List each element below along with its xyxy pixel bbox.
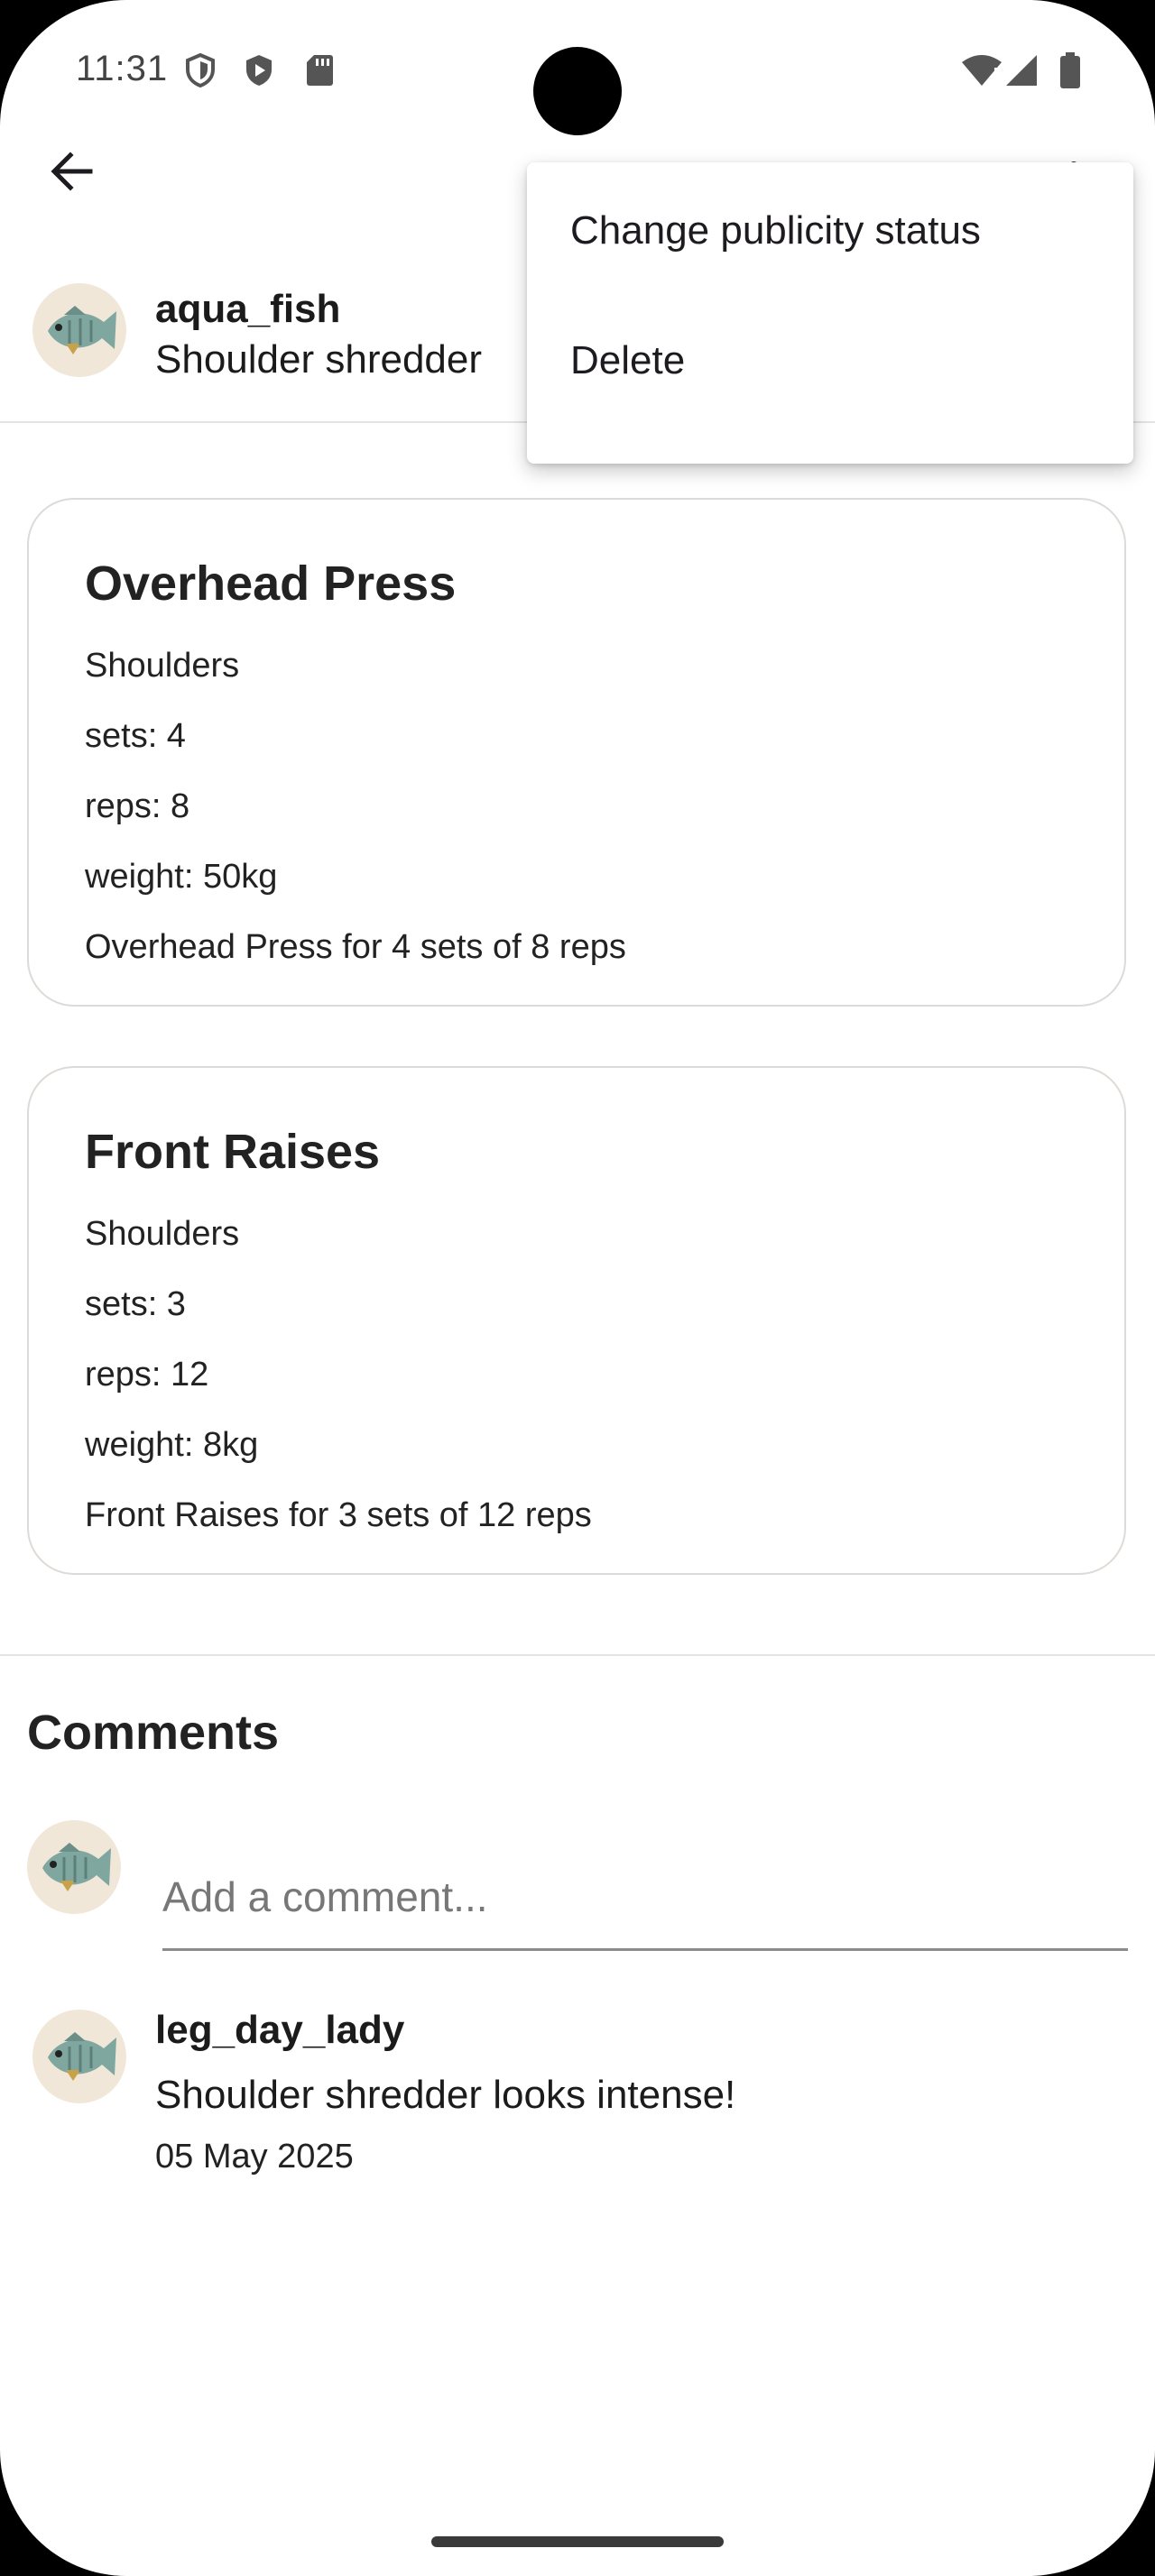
comments-divider <box>0 1654 1155 1656</box>
comment-author-avatar <box>32 2010 126 2103</box>
exercise-card: Front Raises Shoulders sets: 3 reps: 12 … <box>27 1066 1126 1575</box>
home-indicator[interactable] <box>431 2536 724 2547</box>
arrow-left-icon <box>51 152 93 191</box>
shield-play-icon <box>241 52 277 88</box>
fish-avatar-icon <box>48 2032 116 2081</box>
comments-heading: Comments <box>27 1706 280 1760</box>
camera-cutout <box>533 47 622 135</box>
wifi-alert-icon <box>960 52 1003 88</box>
menu-item-change-publicity[interactable]: Change publicity status <box>527 177 1133 285</box>
fish-avatar-icon <box>42 1843 111 1891</box>
comment-date: 05 May 2025 <box>155 2138 354 2176</box>
post-author-username: aqua_fish <box>155 287 341 331</box>
exercise-name: Overhead Press <box>85 557 457 611</box>
status-time: 11:31 <box>76 49 169 88</box>
menu-item-delete[interactable]: Delete <box>527 307 1133 415</box>
exercise-weight: weight: 50kg <box>85 858 278 896</box>
exercise-weight: weight: 8kg <box>85 1426 259 1464</box>
overflow-menu: Change publicity status Delete <box>527 162 1133 464</box>
current-user-avatar <box>27 1820 121 1914</box>
phone-screen: 11:31 aqua_fish Shoulder shredder Overhe… <box>0 0 1155 2576</box>
comment-author: leg_day_lady <box>155 2008 405 2052</box>
back-button[interactable] <box>36 135 108 207</box>
sd-card-icon <box>301 52 337 88</box>
comment-text: Shoulder shredder looks intense! <box>155 2073 736 2117</box>
exercise-summary: Front Raises for 3 sets of 12 reps <box>85 1496 592 1534</box>
exercise-muscle-group: Shoulders <box>85 1215 240 1253</box>
comment-input[interactable] <box>162 1845 1128 1951</box>
shield-outline-icon <box>182 52 218 88</box>
exercise-sets: sets: 4 <box>85 717 186 755</box>
exercise-reps: reps: 8 <box>85 787 190 825</box>
post-title: Shoulder shredder <box>155 337 483 382</box>
battery-icon <box>1052 52 1088 88</box>
exercise-reps: reps: 12 <box>85 1356 209 1394</box>
avatar <box>32 283 126 377</box>
exercise-name: Front Raises <box>85 1125 381 1179</box>
exercise-card: Overhead Press Shoulders sets: 4 reps: 8… <box>27 498 1126 1007</box>
exercise-sets: sets: 3 <box>85 1285 186 1323</box>
exercise-muscle-group: Shoulders <box>85 647 240 685</box>
signal-icon <box>1003 52 1040 88</box>
fish-avatar-icon <box>48 306 116 354</box>
exercise-summary: Overhead Press for 4 sets of 8 reps <box>85 928 626 966</box>
